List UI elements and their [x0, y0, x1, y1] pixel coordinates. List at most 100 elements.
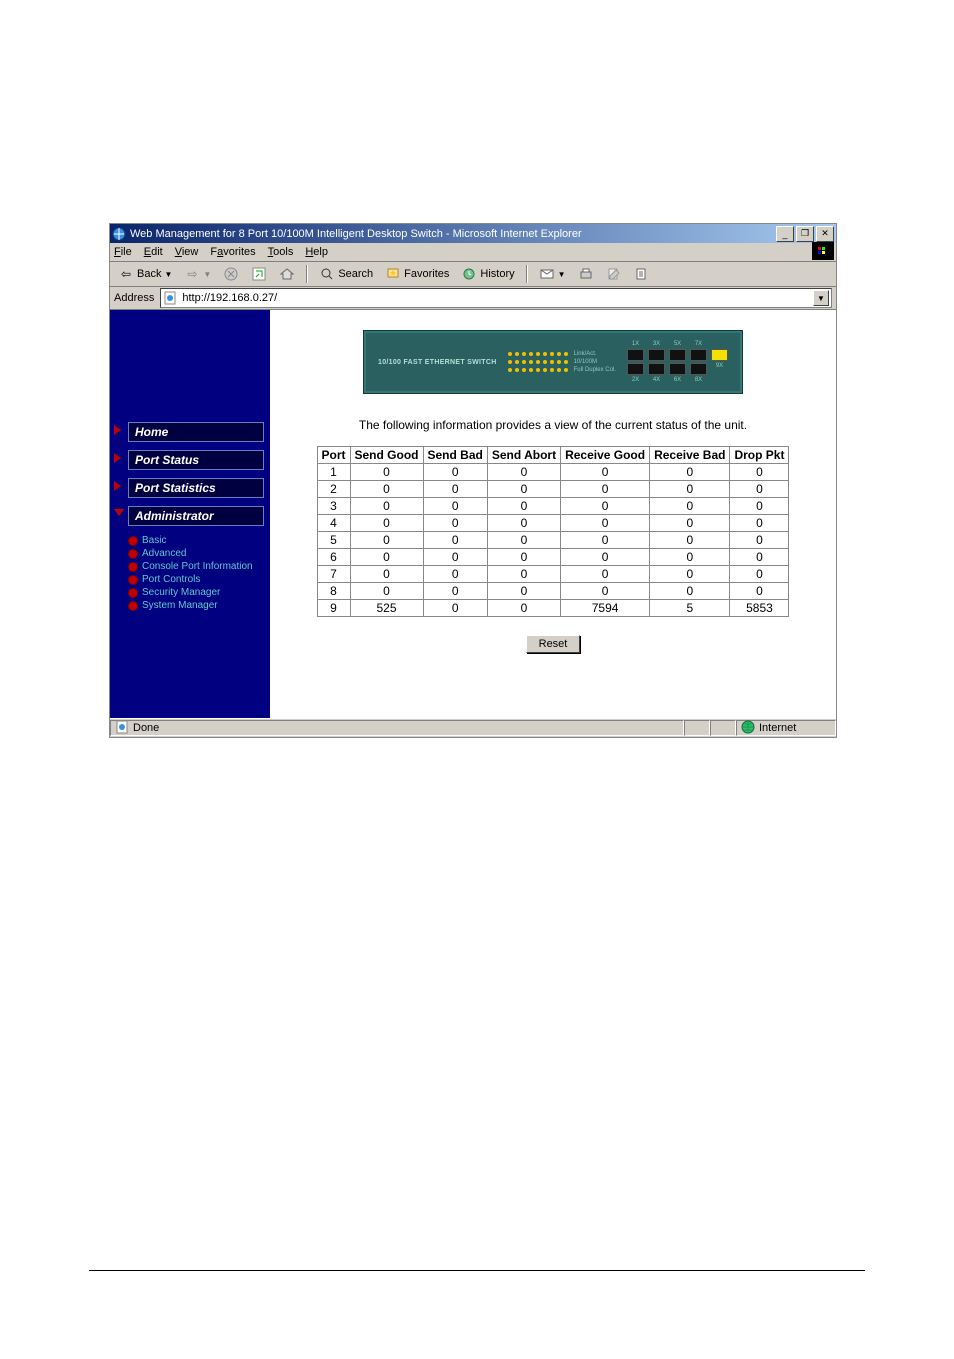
table-cell: 0: [730, 549, 789, 566]
table-cell: 525: [350, 600, 423, 617]
table-cell: 0: [650, 549, 730, 566]
refresh-button[interactable]: [247, 264, 271, 284]
table-cell: 0: [561, 481, 650, 498]
table-cell: 7594: [561, 600, 650, 617]
table-cell: 0: [730, 583, 789, 600]
table-cell: 1: [317, 464, 350, 481]
table-cell: 0: [650, 498, 730, 515]
search-button[interactable]: Search: [315, 264, 377, 284]
table-cell: 0: [423, 566, 487, 583]
table-header: Send Good: [350, 447, 423, 464]
table-cell: 0: [423, 600, 487, 617]
table-cell: 0: [423, 481, 487, 498]
sub-basic[interactable]: Basic: [128, 534, 270, 547]
sub-console-port[interactable]: Console Port Information: [128, 560, 270, 573]
address-bar: Address ▼: [110, 287, 836, 310]
table-cell: 0: [487, 566, 560, 583]
address-combo[interactable]: ▼: [160, 288, 832, 308]
home-button[interactable]: [275, 264, 299, 284]
toolbar: ⇦ Back ▼ ⇨▼ Search Favorites History ▼: [110, 262, 836, 287]
forward-button[interactable]: ⇨▼: [180, 264, 215, 284]
table-row: 3000000: [317, 498, 789, 515]
nav-home[interactable]: Home: [128, 422, 264, 442]
port-label: 8X: [695, 377, 702, 383]
table-cell: 0: [350, 481, 423, 498]
sub-system-manager[interactable]: System Manager: [128, 599, 270, 612]
edit-page-button[interactable]: [602, 264, 626, 284]
address-input[interactable]: [180, 291, 813, 305]
status-empty-1: [684, 720, 710, 736]
zone-pane: Internet: [736, 720, 836, 736]
menu-favorites[interactable]: Favorites: [210, 246, 255, 258]
menu-help[interactable]: Help: [305, 246, 328, 258]
back-button[interactable]: ⇦ Back ▼: [114, 264, 176, 284]
table-cell: 0: [650, 481, 730, 498]
discuss-icon: [634, 266, 650, 282]
refresh-icon: [251, 266, 267, 282]
menubar: File Edit View Favorites Tools Help: [110, 243, 836, 262]
window-titlebar: Web Management for 8 Port 10/100M Intell…: [110, 224, 836, 243]
nav-port-status[interactable]: Port Status: [128, 450, 264, 470]
table-row: 1000000: [317, 464, 789, 481]
sub-label: Basic: [142, 535, 166, 546]
menu-file[interactable]: File: [114, 246, 132, 258]
bullet-icon: [128, 601, 138, 611]
zone-text: Internet: [759, 722, 796, 734]
back-label: Back: [137, 268, 161, 280]
port-label: 6X: [674, 377, 681, 383]
stop-button[interactable]: [219, 264, 243, 284]
table-cell: 7: [317, 566, 350, 583]
footer-divider: [89, 1270, 865, 1271]
minimize-button[interactable]: _: [776, 226, 794, 242]
table-cell: 0: [350, 464, 423, 481]
port-label: 4X: [653, 377, 660, 383]
sub-security-manager[interactable]: Security Manager: [128, 586, 270, 599]
legend-speed: 10/100M: [574, 359, 597, 365]
home-icon: [279, 266, 295, 282]
discuss-button[interactable]: [630, 264, 654, 284]
sub-label: Security Manager: [142, 587, 220, 598]
menu-view[interactable]: View: [175, 246, 199, 258]
table-cell: 0: [350, 549, 423, 566]
table-cell: 0: [561, 566, 650, 583]
table-header: Drop Pkt: [730, 447, 789, 464]
history-label: History: [480, 268, 514, 280]
table-cell: 0: [730, 464, 789, 481]
menu-tools[interactable]: Tools: [268, 246, 294, 258]
favorites-icon: [385, 266, 401, 282]
table-row: 4000000: [317, 515, 789, 532]
history-button[interactable]: History: [457, 264, 518, 284]
table-cell: 2: [317, 481, 350, 498]
device-label: 10/100 FAST ETHERNET SWITCH: [378, 359, 497, 366]
port-label: 9X: [716, 363, 723, 369]
sub-label: System Manager: [142, 600, 218, 611]
favorites-button[interactable]: Favorites: [381, 264, 453, 284]
print-button[interactable]: [574, 264, 598, 284]
maximize-button[interactable]: ❐: [796, 226, 814, 242]
sidebar: Home Port Status Port Statistics Adminis…: [110, 310, 270, 718]
table-cell: 0: [730, 515, 789, 532]
bullet-icon: [128, 536, 138, 546]
address-dropdown-button[interactable]: ▼: [813, 290, 829, 306]
sub-advanced[interactable]: Advanced: [128, 547, 270, 560]
table-cell: 5853: [730, 600, 789, 617]
nav-port-statistics[interactable]: Port Statistics: [128, 478, 264, 498]
close-button[interactable]: ✕: [816, 226, 834, 242]
nav-administrator[interactable]: Administrator: [128, 506, 264, 526]
mail-button[interactable]: ▼: [535, 264, 570, 284]
menu-edit[interactable]: Edit: [144, 246, 163, 258]
table-cell: 0: [650, 583, 730, 600]
table-header: Send Bad: [423, 447, 487, 464]
table-cell: 0: [487, 600, 560, 617]
sub-label: Console Port Information: [142, 561, 253, 572]
sub-label: Port Controls: [142, 574, 200, 585]
favorites-label: Favorites: [404, 268, 449, 280]
reset-button[interactable]: Reset: [526, 635, 581, 653]
port-label: 3X: [653, 341, 660, 347]
table-cell: 0: [423, 549, 487, 566]
sub-port-controls[interactable]: Port Controls: [128, 573, 270, 586]
table-cell: 0: [487, 498, 560, 515]
bullet-icon: [128, 562, 138, 572]
internet-icon: [741, 720, 755, 737]
arrow-icon: [114, 425, 121, 435]
